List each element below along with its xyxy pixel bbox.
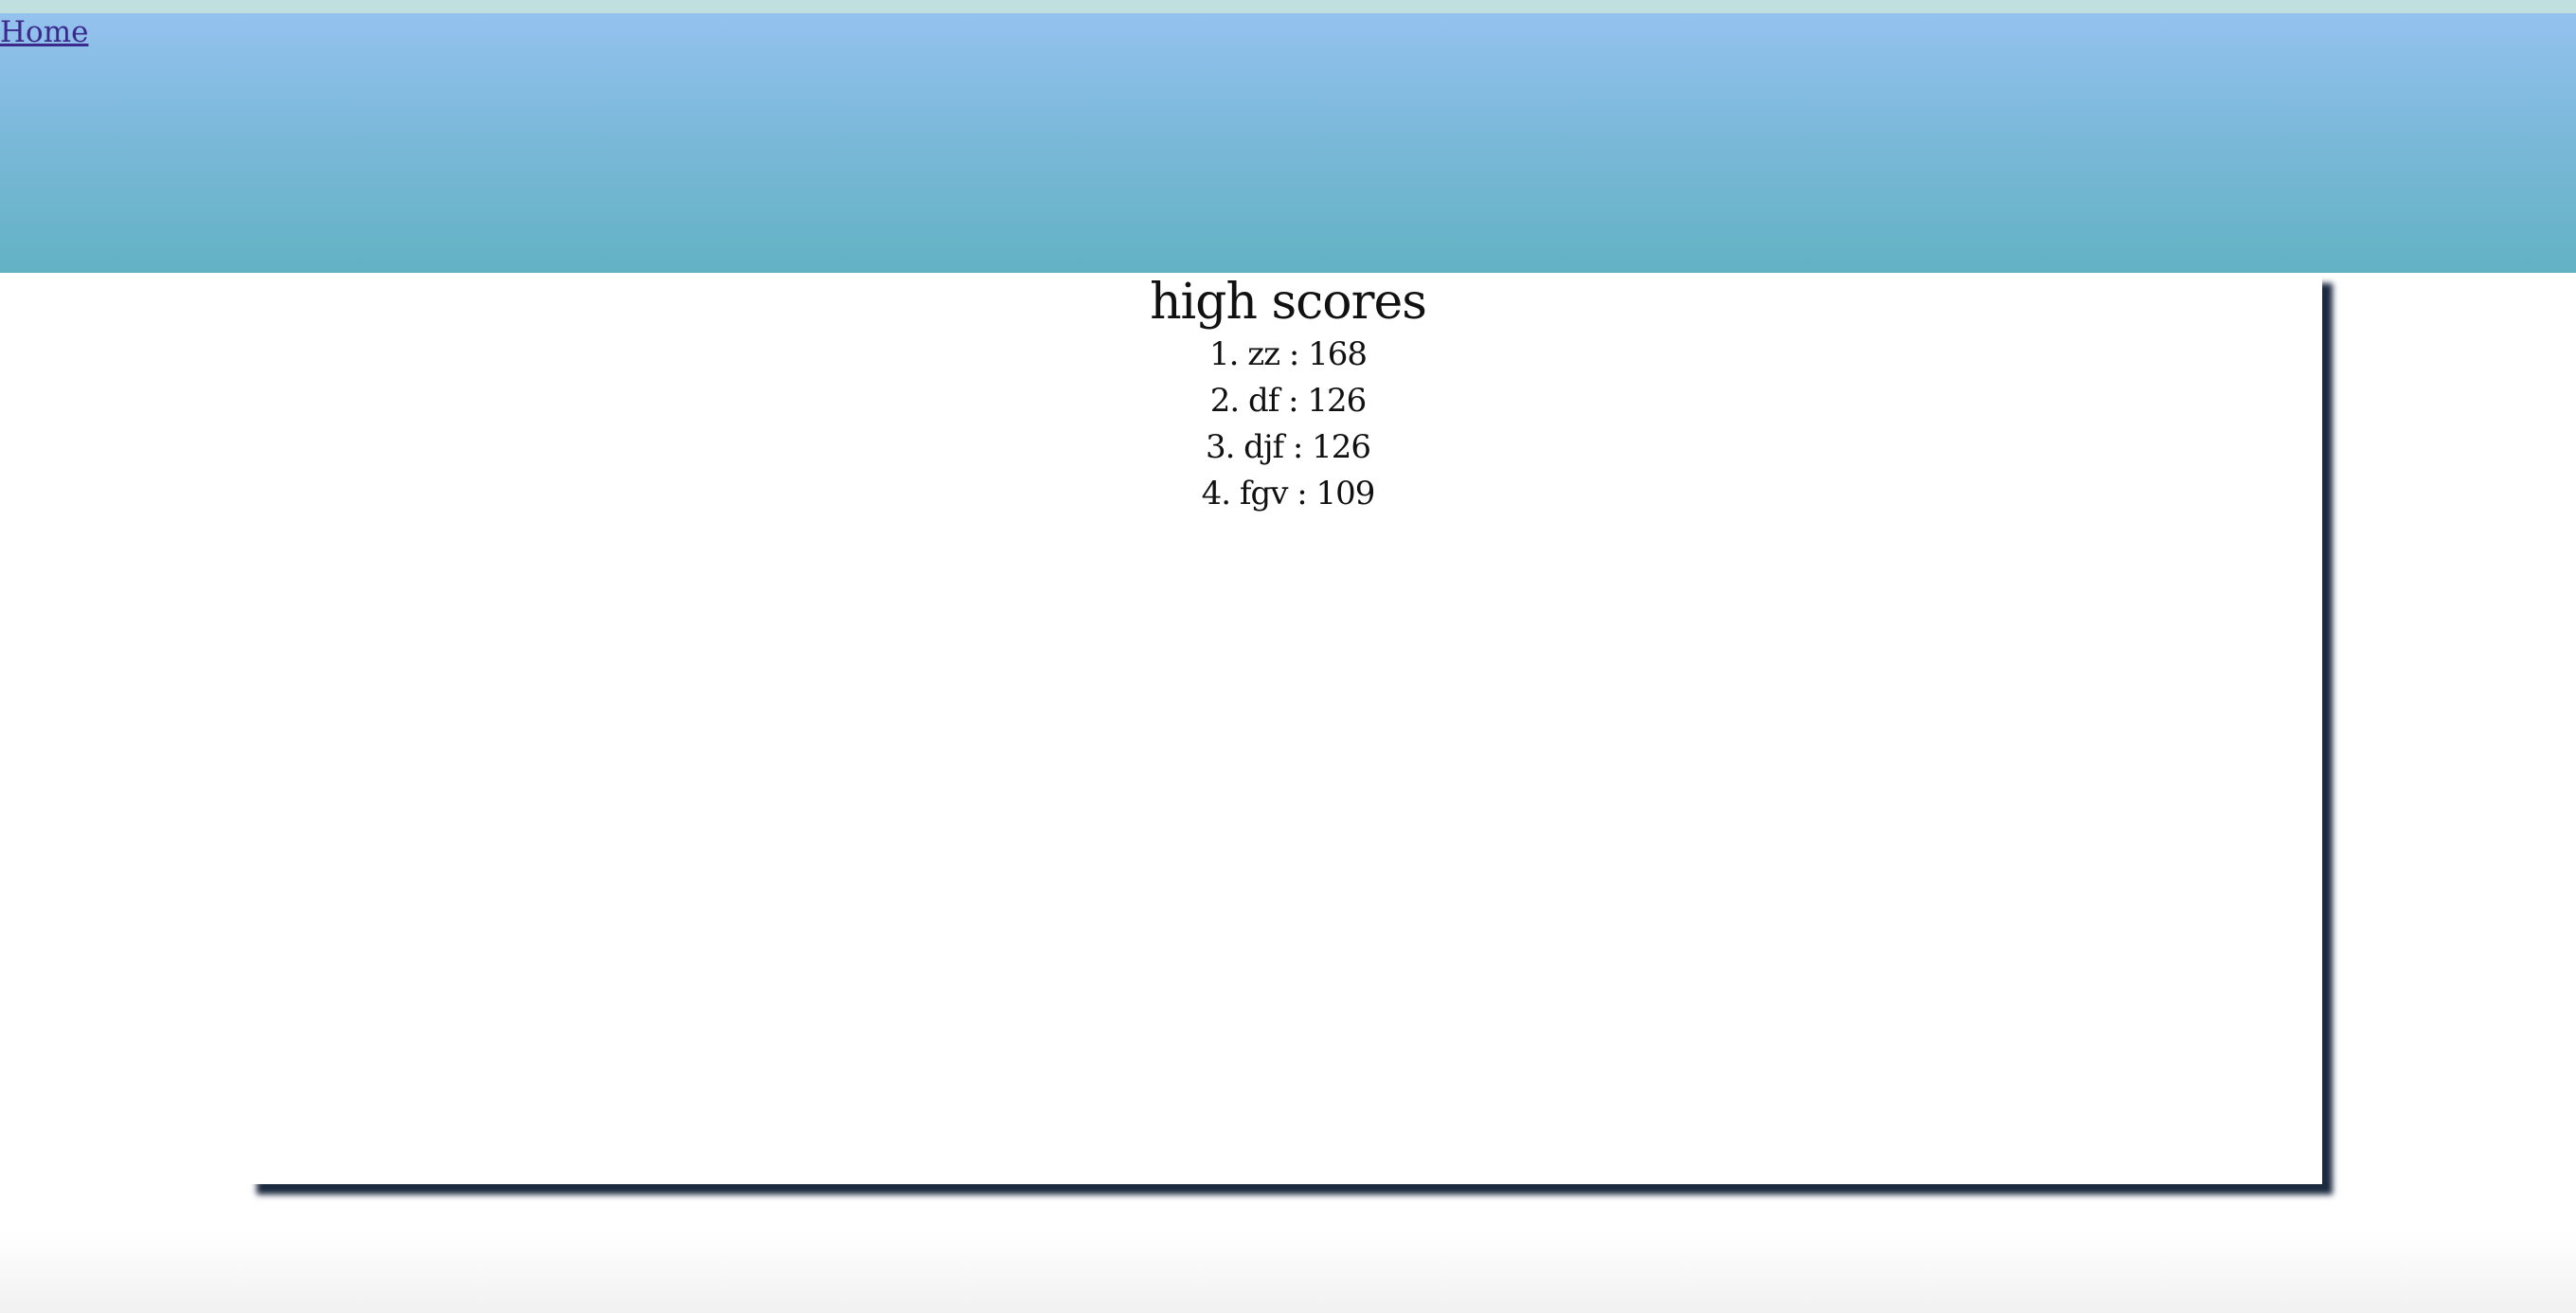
top-strip (0, 0, 2576, 13)
header-banner (0, 13, 2576, 273)
score-item-4: 4. fgv : 109 (1201, 475, 1376, 513)
page-title: high scores (1150, 274, 1427, 331)
page-bottom-fade (0, 1232, 2576, 1313)
score-item-1: 1. zz : 168 (1208, 335, 1368, 373)
score-item-2: 2. df : 126 (1209, 382, 1368, 420)
score-item-3: 3. djf : 126 (1205, 428, 1371, 466)
home-link[interactable]: Home (0, 13, 88, 51)
scores-list: 1. zz : 168 2. df : 126 3. djf : 126 4. … (0, 332, 2576, 517)
high-scores-section: high scores 1. zz : 168 2. df : 126 3. d… (0, 273, 2576, 517)
